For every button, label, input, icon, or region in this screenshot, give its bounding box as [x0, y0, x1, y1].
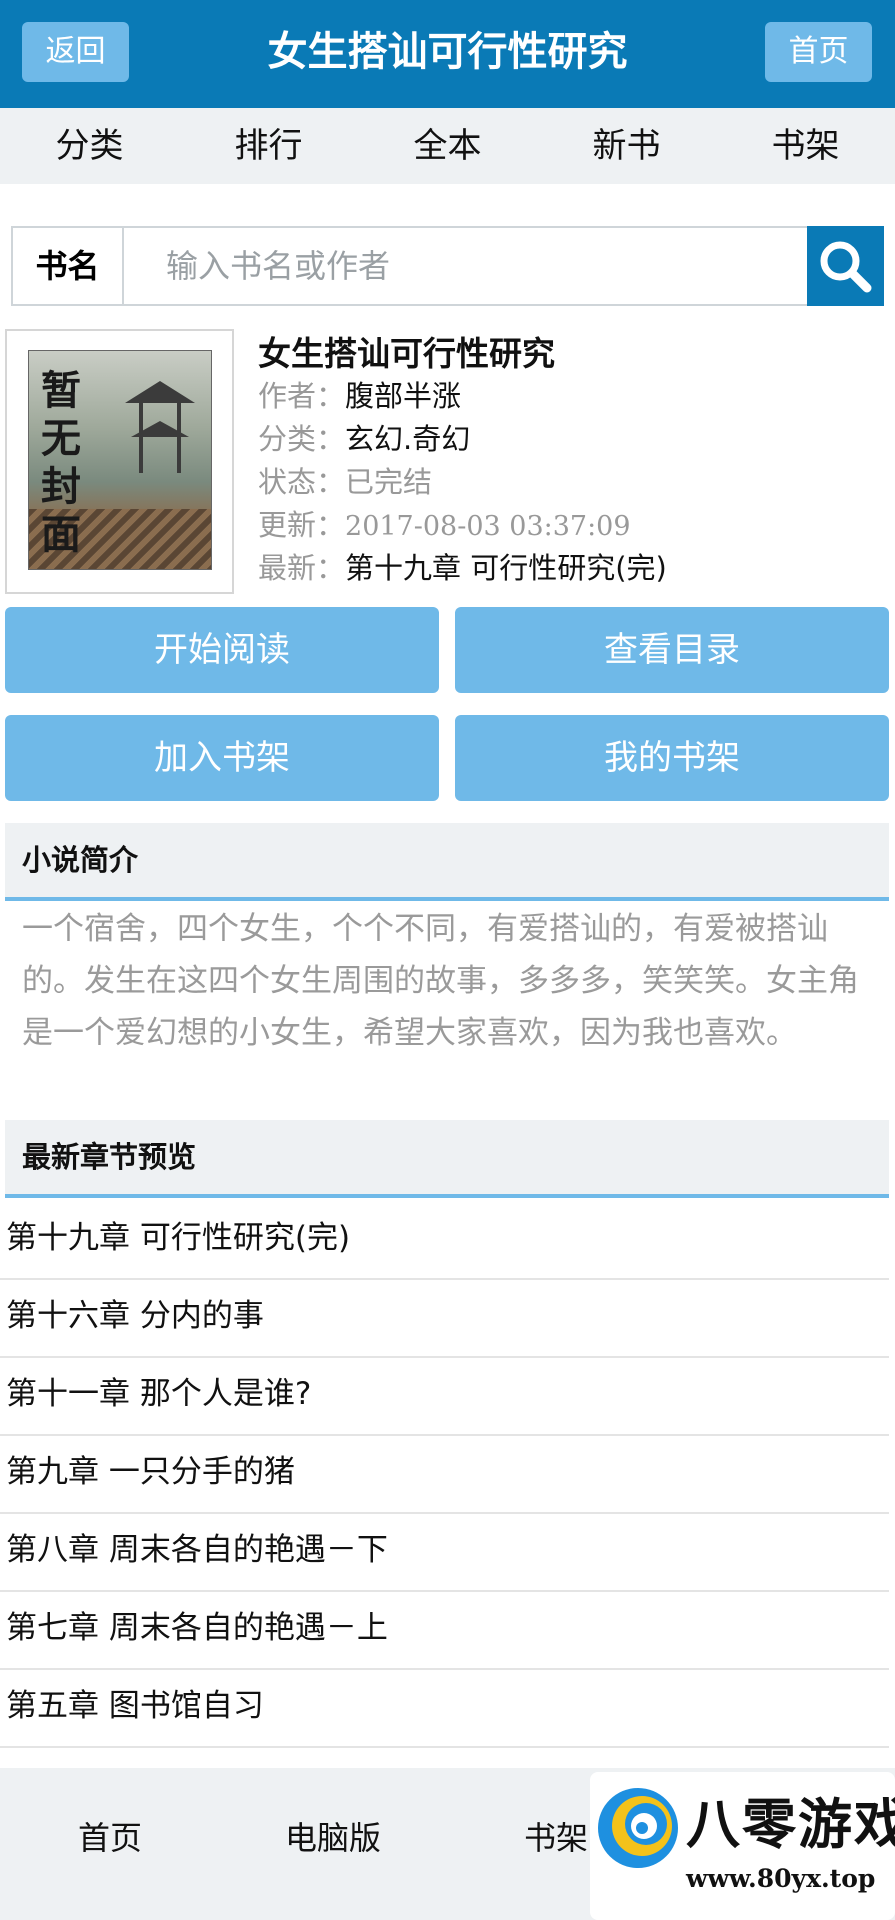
- latest-row: 最新：第十九章 可行性研究(完): [258, 545, 667, 587]
- watermark: 八零游戏 www.80yx.top: [590, 1772, 895, 1920]
- updated-label: 更新：: [258, 508, 346, 542]
- footer-home-link[interactable]: 首页: [78, 1768, 142, 1908]
- cover-placeholder-text: 暂无封面: [41, 367, 81, 558]
- cover-image: 暂无封面: [28, 350, 212, 570]
- page-title: 女生搭讪可行性研究: [267, 29, 628, 75]
- watermark-url: www.80yx.top: [686, 1864, 876, 1893]
- back-button[interactable]: 返回: [22, 22, 129, 82]
- book-cover[interactable]: 暂无封面: [5, 329, 234, 594]
- add-to-shelf-button[interactable]: 加入书架: [5, 715, 439, 801]
- my-shelf-button[interactable]: 我的书架: [455, 715, 889, 801]
- category-nav: 分类 排行 全本 新书 书架: [0, 108, 895, 184]
- chapter-link[interactable]: 第十一章 那个人是谁?: [0, 1358, 889, 1436]
- search-bar: 书名: [11, 226, 884, 306]
- intro-section-header: 小说简介: [5, 823, 889, 901]
- author-row: 作者：腹部半涨: [258, 373, 461, 415]
- search-icon: [820, 241, 872, 293]
- watermark-title: 八零游戏: [686, 1793, 895, 1856]
- pavilion-illustration: [125, 381, 195, 491]
- chapter-list: 第十九章 可行性研究(完) 第十六章 分内的事 第十一章 那个人是谁? 第九章 …: [0, 1202, 889, 1748]
- chapter-link[interactable]: 第八章 周末各自的艳遇－下: [0, 1514, 889, 1592]
- status-row: 状态：已完结: [258, 459, 432, 501]
- category-value[interactable]: 玄幻.奇幻: [345, 422, 470, 456]
- footer-bookshelf-link[interactable]: 书架: [524, 1768, 588, 1908]
- status-value: 已完结: [345, 465, 433, 499]
- latest-chapters-heading: 最新章节预览: [22, 1140, 197, 1174]
- swirl-logo-icon: [598, 1788, 678, 1868]
- category-row: 分类：玄幻.奇幻: [258, 416, 470, 458]
- category-label: 分类：: [258, 422, 346, 456]
- chapter-link[interactable]: 第十六章 分内的事: [0, 1280, 889, 1358]
- latest-label: 最新：: [258, 551, 346, 585]
- nav-item-new-books[interactable]: 新书: [537, 108, 716, 184]
- nav-item-complete[interactable]: 全本: [358, 108, 537, 184]
- chapter-link[interactable]: 第九章 一只分手的猪: [0, 1436, 889, 1514]
- intro-text: 一个宿舍，四个女生，个个不同，有爱搭讪的，有爱被搭讪的。发生在这四个女生周围的故…: [22, 911, 859, 1051]
- home-button[interactable]: 首页: [765, 22, 872, 82]
- updated-row: 更新：2017-08-03 03:37:09: [258, 502, 631, 544]
- latest-chapter-link[interactable]: 第十九章 可行性研究(完): [345, 551, 667, 585]
- status-label: 状态：: [258, 465, 346, 499]
- nav-item-category[interactable]: 分类: [0, 108, 179, 184]
- nav-item-ranking[interactable]: 排行: [179, 108, 358, 184]
- top-header: 返回 女生搭讪可行性研究 首页: [0, 0, 895, 108]
- chapter-link[interactable]: 第五章 图书馆自习: [0, 1670, 889, 1748]
- search-input[interactable]: [126, 228, 808, 304]
- intro-heading: 小说简介: [22, 843, 139, 877]
- updated-value: 2017-08-03 03:37:09: [345, 511, 631, 542]
- chapter-link[interactable]: 第七章 周末各自的艳遇－上: [0, 1592, 889, 1670]
- book-title: 女生搭讪可行性研究: [258, 334, 555, 373]
- start-reading-button[interactable]: 开始阅读: [5, 607, 439, 693]
- chapter-link[interactable]: 第十九章 可行性研究(完): [0, 1202, 889, 1280]
- latest-chapters-header: 最新章节预览: [5, 1120, 889, 1198]
- author-value[interactable]: 腹部半涨: [345, 379, 461, 413]
- footer-desktop-link[interactable]: 电脑版: [285, 1768, 381, 1908]
- nav-item-bookshelf[interactable]: 书架: [716, 108, 895, 184]
- view-toc-button[interactable]: 查看目录: [455, 607, 889, 693]
- search-button[interactable]: [807, 226, 884, 306]
- search-label: 书名: [13, 228, 124, 304]
- author-label: 作者：: [258, 379, 346, 413]
